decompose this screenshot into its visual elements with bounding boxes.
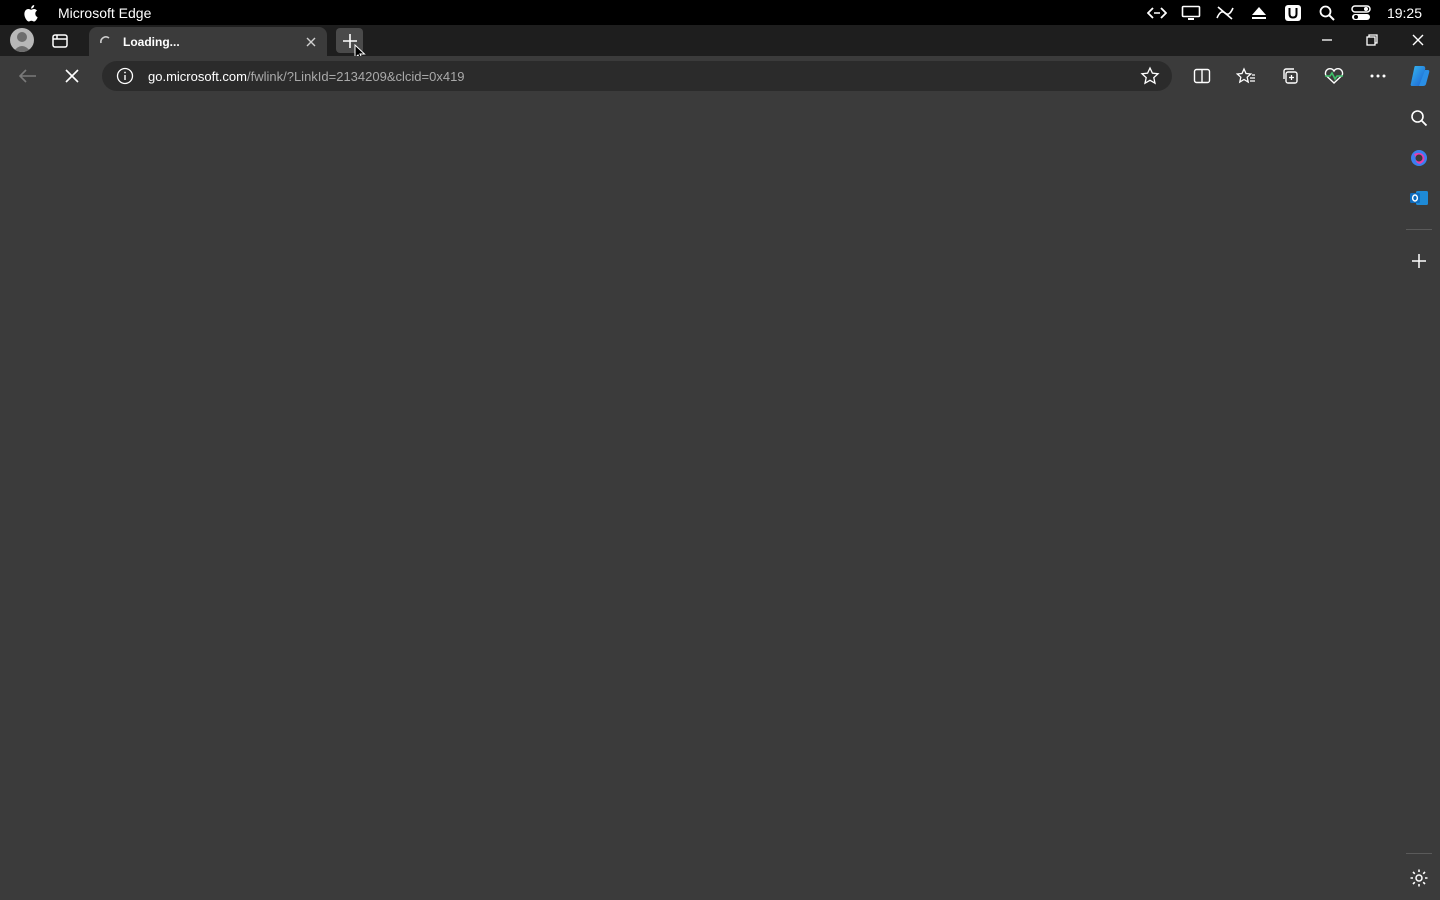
control-center-icon[interactable] (1345, 0, 1377, 25)
split-screen-icon[interactable] (1188, 63, 1216, 89)
loading-spinner-icon (99, 35, 113, 49)
site-info-icon[interactable] (116, 67, 134, 85)
address-bar[interactable]: go.microsoft.com/fwlink/?LinkId=2134209&… (102, 61, 1172, 91)
back-icon[interactable] (14, 63, 42, 89)
add-icon[interactable] (1407, 249, 1431, 273)
close-tab-icon[interactable] (302, 33, 319, 50)
url-path: /fwlink/?LinkId=2134209&clcid=0x419 (246, 68, 465, 84)
url-host: go.microsoft.com (148, 68, 247, 84)
url-text[interactable]: go.microsoft.com/fwlink/?LinkId=2134209&… (148, 69, 465, 84)
restore-icon[interactable] (1357, 29, 1387, 51)
tab-actions-icon[interactable] (48, 29, 72, 53)
display-icon[interactable] (1175, 0, 1207, 25)
outlook-icon[interactable] (1407, 186, 1431, 210)
macos-menubar: Microsoft Edge 19:25 (0, 0, 1440, 25)
browser-essentials-icon[interactable] (1320, 63, 1348, 89)
bing-icon[interactable] (1407, 146, 1431, 170)
add-favorite-star-icon[interactable] (1140, 66, 1160, 86)
search-icon[interactable] (1311, 0, 1343, 25)
edge-sidebar (1398, 96, 1440, 900)
page-content-area[interactable] (0, 96, 1398, 900)
apple-logo-icon[interactable] (22, 4, 38, 22)
more-icon[interactable] (1364, 63, 1392, 89)
sidebar-divider (1406, 853, 1432, 854)
menubar-clock[interactable]: 19:25 (1387, 5, 1422, 21)
crossed-icon[interactable] (1209, 0, 1241, 25)
favorites-icon[interactable] (1232, 63, 1260, 89)
tab-title: Loading... (123, 34, 180, 49)
app-menu-name[interactable]: Microsoft Edge (58, 5, 151, 21)
code-icon[interactable] (1141, 0, 1173, 25)
close-window-icon[interactable] (1403, 29, 1433, 51)
u-badge-icon[interactable] (1277, 0, 1309, 25)
status-area: 19:25 (1139, 0, 1440, 25)
search-icon[interactable] (1407, 106, 1431, 130)
stop-loading-icon[interactable] (58, 63, 86, 89)
tab-strip: Loading... (0, 25, 1440, 56)
minimize-icon[interactable] (1312, 29, 1342, 51)
settings-icon[interactable] (1407, 866, 1431, 890)
eject-icon[interactable] (1243, 0, 1275, 25)
copilot-icon[interactable] (1406, 63, 1434, 89)
sidebar-divider (1406, 229, 1432, 230)
profile-avatar-icon[interactable] (10, 28, 34, 52)
tab-loading[interactable]: Loading... (89, 27, 327, 56)
browser-toolbar: go.microsoft.com/fwlink/?LinkId=2134209&… (0, 56, 1440, 96)
collections-icon[interactable] (1276, 63, 1304, 89)
